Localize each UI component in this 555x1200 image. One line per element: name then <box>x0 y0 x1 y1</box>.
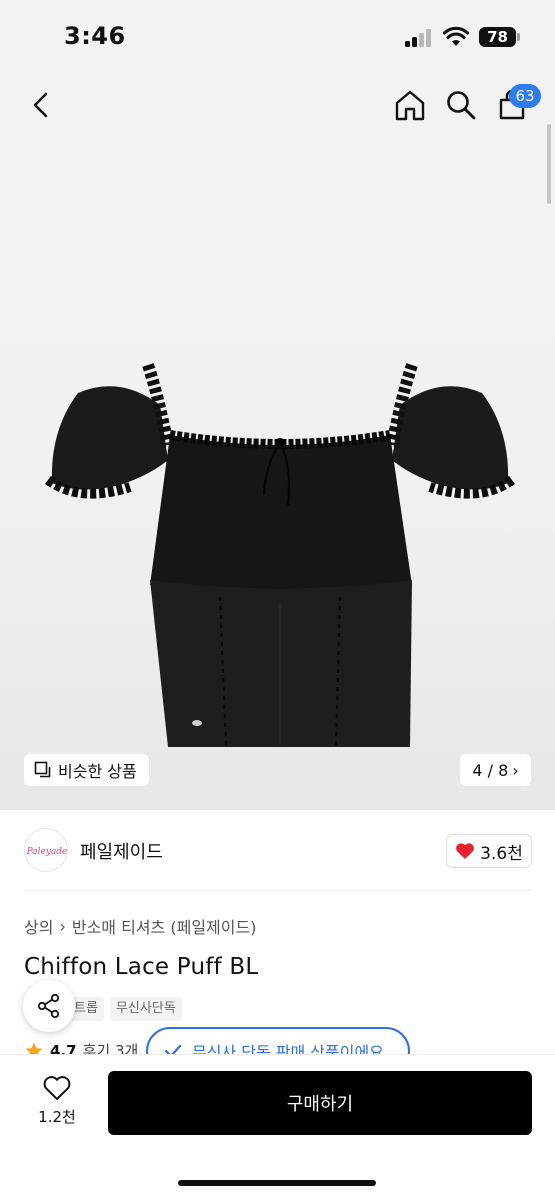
breadcrumb: 상의 › 반소매 티셔츠 (페일제이드) <box>24 914 256 938</box>
product-image-gallery[interactable] <box>0 70 555 810</box>
product-title: Chiffon Lace Puff BL <box>24 954 259 980</box>
breadcrumb-subcategory[interactable]: 반소매 티셔츠 (페일제이드) <box>72 914 257 938</box>
product-page: 3:46 78 63 비슷한 상품 4 / 8 › Paleyade 페일제이드… <box>0 0 555 1200</box>
share-icon <box>37 993 60 1019</box>
wishlist-button[interactable]: 1.2천 <box>28 1074 86 1134</box>
heart-icon <box>456 843 475 859</box>
brand-like-button[interactable]: 3.6천 <box>446 834 532 868</box>
breadcrumb-separator-icon: › <box>59 916 66 936</box>
heart-outline-icon <box>43 1076 71 1100</box>
cart-count-badge: 63 <box>509 84 541 108</box>
wishlist-count: 1.2천 <box>38 1108 76 1126</box>
brand-logo-mark: Paleyade <box>26 847 68 857</box>
product-photo <box>45 363 515 747</box>
similar-products-label: 비슷한 상품 <box>58 762 137 781</box>
similar-icon <box>34 761 51 778</box>
brand-name[interactable]: 페일제이드 <box>80 838 163 864</box>
search-icon[interactable] <box>444 88 478 122</box>
tag: 무신사단독 <box>109 997 182 1021</box>
share-button[interactable] <box>23 980 75 1032</box>
home-icon[interactable] <box>393 88 427 122</box>
brand-like-count: 3.6천 <box>480 843 523 864</box>
similar-products-button[interactable]: 비슷한 상품 <box>24 754 149 786</box>
breadcrumb-category[interactable]: 상의 <box>24 914 53 938</box>
status-time: 3:46 <box>64 22 126 50</box>
battery-level: 78 <box>479 27 516 47</box>
home-indicator <box>178 1180 376 1186</box>
scrollbar[interactable] <box>547 124 551 204</box>
brand-logo[interactable]: Paleyade <box>24 828 68 872</box>
divider <box>24 890 531 891</box>
status-bar: 3:46 78 <box>0 0 555 70</box>
page-counter: 4 / 8 <box>472 760 509 780</box>
cellular-signal-icon <box>405 29 433 47</box>
buy-button[interactable]: 구매하기 <box>108 1071 532 1135</box>
chevron-right-icon: › <box>512 760 519 780</box>
back-icon[interactable] <box>28 90 56 120</box>
battery-tip <box>517 33 520 41</box>
svg-text:Paleyade: Paleyade <box>26 847 68 857</box>
wifi-icon <box>443 26 469 46</box>
product-tags: 트롭 무신사단독 <box>68 997 182 1021</box>
image-page-indicator[interactable]: 4 / 8 › <box>460 754 531 786</box>
